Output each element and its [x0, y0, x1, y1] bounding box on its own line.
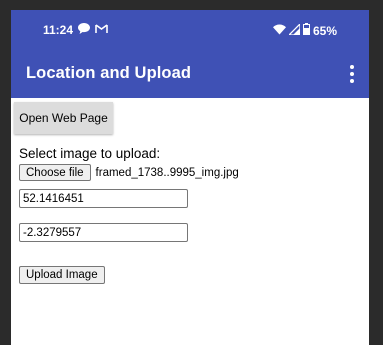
status-bar: 11:24 65%	[11, 10, 369, 50]
overflow-menu-icon[interactable]	[349, 65, 355, 83]
status-right: 65%	[272, 21, 337, 38]
phone-screen: 11:24 65% Location and Upload Open Web P…	[11, 10, 369, 345]
upload-image-button[interactable]: Upload Image	[19, 266, 105, 284]
signal-icon	[287, 21, 301, 38]
app-bar: Location and Upload	[11, 50, 369, 98]
longitude-input[interactable]	[19, 223, 188, 242]
selected-file-name: framed_1738..9995_img.jpg	[95, 166, 239, 179]
open-web-page-button[interactable]: Open Web Page	[14, 102, 113, 134]
wifi-icon	[272, 24, 286, 38]
status-left: 11:24	[43, 23, 108, 37]
choose-file-button[interactable]: Choose file	[19, 164, 91, 181]
app-title: Location and Upload	[26, 64, 192, 82]
latitude-input[interactable]	[19, 189, 188, 208]
gmail-icon	[95, 23, 108, 37]
status-time: 11:24	[43, 23, 74, 37]
chat-bubble-icon	[78, 23, 91, 37]
battery-icon	[302, 23, 310, 38]
battery-percent: 65%	[312, 23, 337, 38]
select-image-label: Select image to upload:	[19, 146, 161, 161]
file-picker: Choose file framed_1738..9995_img.jpg	[19, 164, 239, 181]
